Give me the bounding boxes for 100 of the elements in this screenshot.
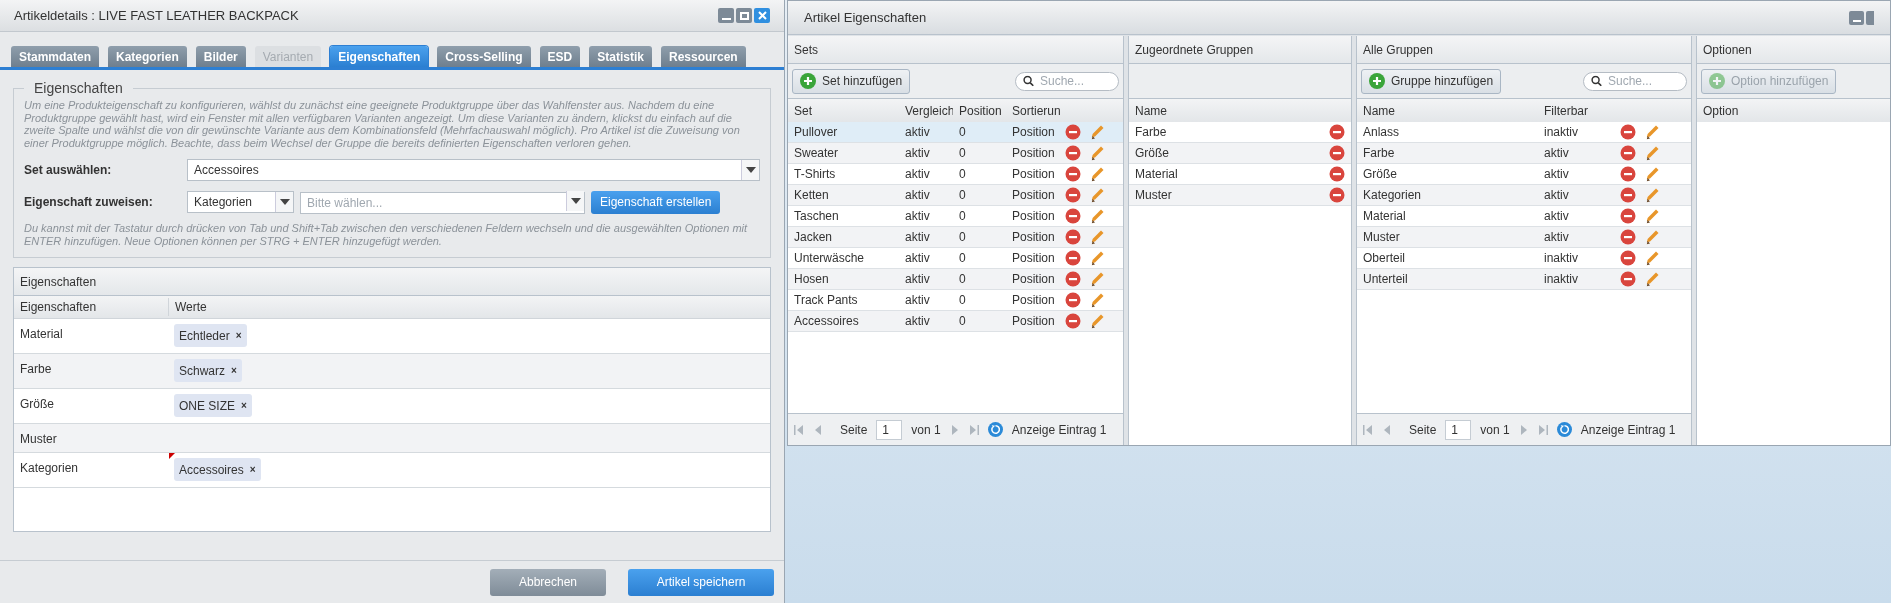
value-select[interactable]: Bitte wählen...	[300, 192, 585, 214]
set-row[interactable]: Ketten aktiv 0 Position	[788, 185, 1123, 206]
delete-icon[interactable]	[1620, 229, 1636, 245]
maximize-button[interactable]	[1866, 10, 1874, 25]
set-row[interactable]: Hosen aktiv 0 Position	[788, 269, 1123, 290]
table-cell-text: aktiv	[1543, 187, 1570, 204]
edit-icon[interactable]	[1644, 166, 1660, 182]
delete-icon[interactable]	[1065, 208, 1081, 224]
refresh-icon[interactable]	[987, 422, 1003, 437]
column-header[interactable]: Name	[1357, 101, 1538, 120]
column-header[interactable]: Name	[1129, 101, 1351, 120]
delete-icon[interactable]	[1065, 124, 1081, 140]
remove-tag-button[interactable]: ×	[231, 363, 237, 378]
add-button[interactable]: Gruppe hinzufügen	[1361, 68, 1502, 94]
set-label: Set auswählen:	[24, 162, 113, 179]
value-tag[interactable]: Schwarz ×	[174, 359, 242, 382]
set-row[interactable]: Sweater aktiv 0 Position	[788, 143, 1123, 164]
delete-icon[interactable]	[1620, 271, 1636, 287]
delete-icon[interactable]	[1620, 187, 1636, 203]
group-select[interactable]: Kategorien	[187, 191, 294, 213]
maximize-button[interactable]	[736, 8, 752, 23]
edit-icon[interactable]	[1089, 124, 1105, 140]
column-header[interactable]: Set	[788, 101, 899, 120]
search-field[interactable]: Suche...	[1015, 71, 1119, 91]
value-tag[interactable]: Echtleder ×	[174, 324, 247, 347]
page-label: Seite	[840, 421, 868, 439]
delete-icon[interactable]	[1620, 208, 1636, 224]
next-page-icon[interactable]	[1518, 423, 1529, 436]
close-button[interactable]	[754, 8, 770, 23]
set-select[interactable]: Accessoires	[187, 159, 760, 181]
next-page-icon[interactable]	[949, 423, 960, 436]
edit-icon[interactable]	[1089, 292, 1105, 308]
edit-icon[interactable]	[1089, 187, 1105, 203]
previous-page-icon[interactable]	[1382, 423, 1392, 436]
minimize-button[interactable]	[1849, 10, 1864, 25]
value-tag[interactable]: ONE SIZE ×	[174, 394, 252, 417]
edit-icon[interactable]	[1644, 208, 1660, 224]
table-cell-text: aktiv	[904, 250, 931, 267]
edit-icon[interactable]	[1089, 208, 1105, 224]
delete-icon[interactable]	[1620, 166, 1636, 182]
delete-icon[interactable]	[1065, 166, 1081, 182]
refresh-icon[interactable]	[1556, 422, 1572, 437]
table-cell-text: Material	[1135, 166, 1178, 183]
delete-icon[interactable]	[1620, 124, 1636, 140]
column-header[interactable]: Option	[1697, 101, 1890, 120]
edit-icon[interactable]	[1089, 271, 1105, 287]
remove-tag-button[interactable]: ×	[249, 462, 256, 477]
delete-icon[interactable]	[1065, 187, 1081, 203]
remove-tag-button[interactable]: ×	[241, 398, 247, 413]
column-header[interactable]: Werte	[169, 298, 770, 316]
column-header[interactable]: Position	[953, 101, 1006, 120]
search-field[interactable]: Suche...	[1583, 71, 1687, 91]
set-row[interactable]: Pullover aktiv 0 Position	[788, 122, 1123, 143]
delete-icon[interactable]	[1329, 145, 1345, 161]
edit-icon[interactable]	[1089, 166, 1105, 182]
minimize-button[interactable]	[718, 8, 734, 23]
delete-icon[interactable]	[1065, 229, 1081, 245]
last-page-icon[interactable]	[968, 423, 979, 436]
add-button[interactable]: Set hinzufügen	[792, 68, 911, 94]
set-row[interactable]: Jacken aktiv 0 Position	[788, 227, 1123, 248]
page-field[interactable]: 1	[876, 419, 903, 440]
edit-icon[interactable]	[1644, 187, 1660, 203]
edit-icon[interactable]	[1644, 271, 1660, 287]
column-header[interactable]: Vergleich	[899, 101, 953, 120]
column-header[interactable]: Filterbar	[1538, 101, 1618, 120]
value-tag[interactable]: Accessoires ×	[174, 458, 261, 481]
set-row[interactable]: Unterwäsche aktiv 0 Position	[788, 248, 1123, 269]
delete-icon[interactable]	[1329, 166, 1345, 182]
edit-icon[interactable]	[1089, 313, 1105, 329]
edit-icon[interactable]	[1644, 229, 1660, 245]
previous-page-icon[interactable]	[813, 423, 823, 436]
delete-icon[interactable]	[1620, 250, 1636, 266]
delete-icon[interactable]	[1329, 124, 1345, 140]
edit-icon[interactable]	[1089, 250, 1105, 266]
delete-icon[interactable]	[1065, 145, 1081, 161]
edit-icon[interactable]	[1644, 145, 1660, 161]
page-field[interactable]: 1	[1445, 419, 1472, 440]
edit-icon[interactable]	[1089, 145, 1105, 161]
delete-icon[interactable]	[1065, 250, 1081, 266]
delete-icon[interactable]	[1065, 313, 1081, 329]
delete-icon[interactable]	[1329, 187, 1345, 203]
column-header[interactable]: Sortierun	[1006, 101, 1063, 120]
last-page-icon[interactable]	[1537, 423, 1548, 436]
first-page-icon[interactable]	[794, 423, 804, 436]
remove-tag-button[interactable]: ×	[235, 328, 242, 343]
delete-icon[interactable]	[1065, 292, 1081, 308]
delete-icon[interactable]	[1065, 271, 1081, 287]
column-header[interactable]: Eigenschaften	[14, 298, 169, 316]
set-row[interactable]: T-Shirts aktiv 0 Position	[788, 164, 1123, 185]
set-row[interactable]: Taschen aktiv 0 Position	[788, 206, 1123, 227]
edit-icon[interactable]	[1089, 229, 1105, 245]
set-row[interactable]: Track Pants aktiv 0 Position	[788, 290, 1123, 311]
delete-icon[interactable]	[1620, 145, 1636, 161]
first-page-icon[interactable]	[1363, 423, 1373, 436]
edit-icon[interactable]	[1644, 250, 1660, 266]
edit-icon[interactable]	[1644, 124, 1660, 140]
table-cell-text: aktiv	[904, 187, 931, 204]
table-cell-text: Unterteil	[1362, 271, 1409, 288]
set-row[interactable]: Accessoires aktiv 0 Position	[788, 311, 1123, 332]
table-cell-text: 0	[958, 271, 967, 288]
